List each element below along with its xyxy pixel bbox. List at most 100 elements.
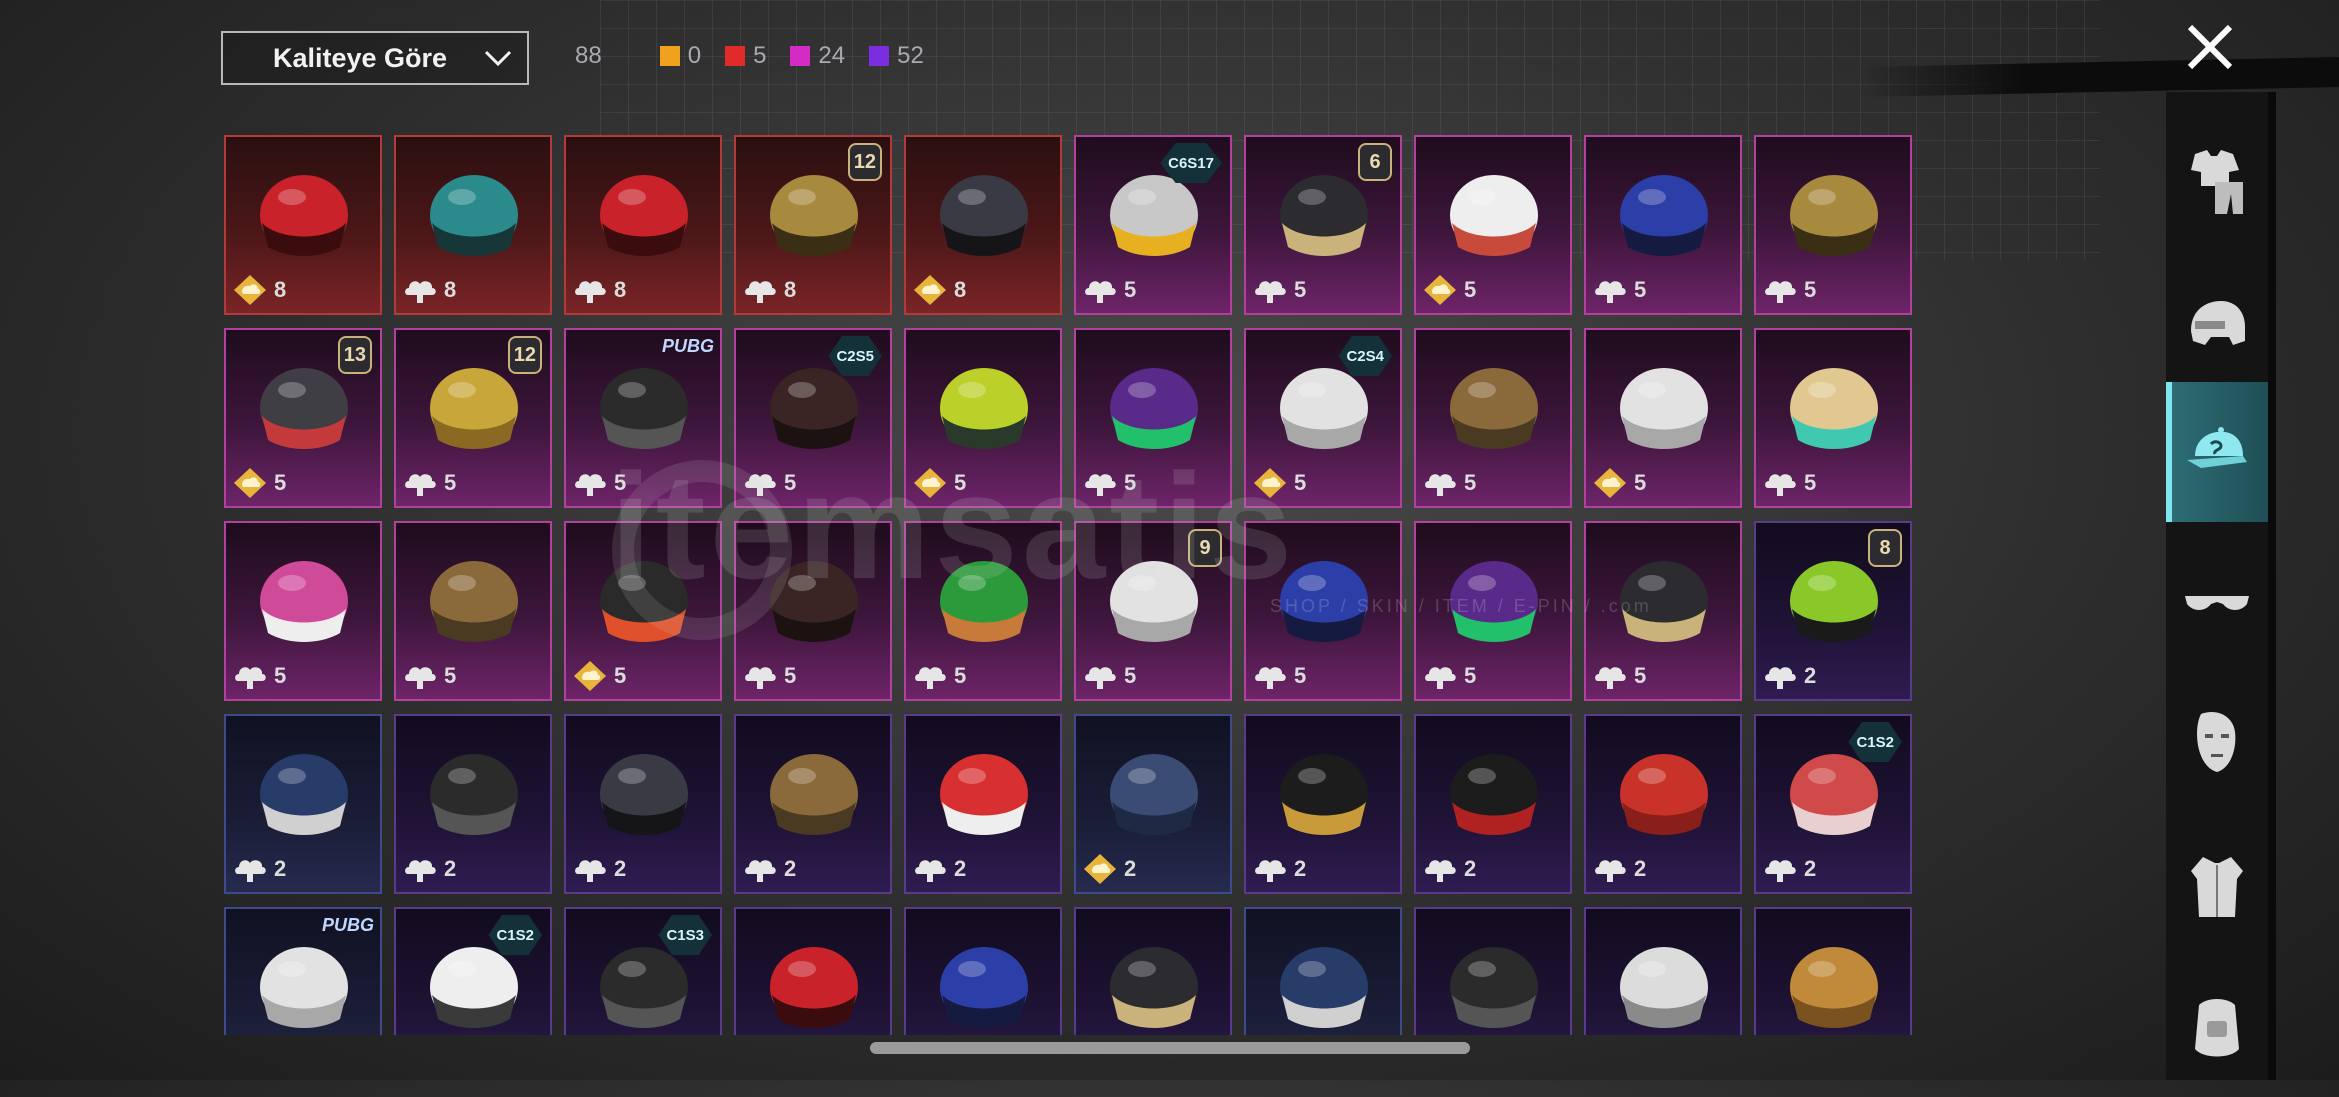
item-grid: 8 8 8 12 8 8 C6S17 5 6 5 5 5 5 13 5 12 5 PUBG 5 C2S5 5 5 5 C2S4… xyxy=(224,135,1916,1035)
mask-gas-image xyxy=(1450,947,1538,1028)
cloud-icon xyxy=(575,474,606,496)
item-card[interactable]: 5 xyxy=(1584,521,1742,701)
item-card[interactable]: C2S4 5 xyxy=(1244,328,1402,508)
item-card[interactable]: C1S2 2 xyxy=(1754,714,1912,894)
item-count-summary: 88 0 5 24 52 xyxy=(575,42,938,70)
item-card[interactable]: 2 xyxy=(904,714,1062,894)
item-card[interactable]: 65 xyxy=(1244,135,1402,315)
legendary-count: 0 xyxy=(659,42,702,70)
mask-gas-image xyxy=(430,754,518,835)
hat-brown-image xyxy=(1450,368,1538,449)
item-card[interactable]: 12 8 xyxy=(734,135,892,315)
helmet-icon xyxy=(2191,301,2245,345)
item-card[interactable]: 5 xyxy=(1074,328,1232,508)
scroll-indicator[interactable] xyxy=(870,1042,1470,1054)
item-card[interactable]: 5 xyxy=(1584,328,1742,508)
item-card[interactable] xyxy=(1244,907,1402,1035)
item-count-footer: 2 xyxy=(232,852,286,886)
item-card[interactable]: 8 xyxy=(224,135,382,315)
level-badge: 12 xyxy=(507,336,542,374)
item-card[interactable]: 8 xyxy=(564,135,722,315)
tab-jacket[interactable] xyxy=(2166,817,2268,957)
cloud-icon xyxy=(405,474,436,496)
item-card[interactable]: 5 xyxy=(1754,328,1912,508)
item-card[interactable]: 5 xyxy=(564,521,722,701)
item-card[interactable]: 8 xyxy=(904,135,1062,315)
cap-red-image xyxy=(940,754,1028,835)
item-card[interactable]: 5 xyxy=(394,521,552,701)
item-card[interactable] xyxy=(904,907,1062,1035)
item-card[interactable]: 2 xyxy=(564,714,722,894)
item-count: 2 xyxy=(954,856,967,881)
item-card[interactable]: 5 xyxy=(734,521,892,701)
cloud-icon xyxy=(1255,860,1286,882)
item-count-footer: 5 xyxy=(1592,273,1646,307)
item-card[interactable]: 2 xyxy=(1584,714,1742,894)
pubg-tag-badge: PUBG xyxy=(661,336,714,356)
tab-hat[interactable] xyxy=(2166,382,2268,522)
item-card[interactable]: C1S3 xyxy=(564,907,722,1035)
close-icon[interactable] xyxy=(2185,22,2235,72)
tab-eyewear[interactable] xyxy=(2166,532,2268,672)
item-count: 8 xyxy=(614,277,627,302)
item-card[interactable] xyxy=(734,907,892,1035)
item-card[interactable]: 5 xyxy=(1414,521,1572,701)
gold-cloud-icon xyxy=(914,468,946,498)
item-card[interactable]: 82 xyxy=(1754,521,1912,701)
legendary-count-value: 0 xyxy=(687,42,702,69)
mask-gas-image xyxy=(600,368,688,449)
helmet-fox-image xyxy=(1790,368,1878,449)
helmet-purple-image xyxy=(1450,561,1538,642)
item-card[interactable]: 2 xyxy=(734,714,892,894)
item-count: 2 xyxy=(614,856,627,881)
cloud-icon xyxy=(745,474,776,496)
category-sidebar xyxy=(2166,92,2268,1080)
item-card[interactable]: 12 5 xyxy=(394,328,552,508)
item-card[interactable]: PUBG 5 xyxy=(564,328,722,508)
item-card[interactable]: 2 xyxy=(394,714,552,894)
item-count-footer: 2 xyxy=(742,852,796,886)
item-card[interactable] xyxy=(1074,907,1232,1035)
item-card[interactable]: C1S2 xyxy=(394,907,552,1035)
item-card[interactable]: 8 xyxy=(394,135,552,315)
item-card[interactable]: C6S17 5 xyxy=(1074,135,1232,315)
item-card[interactable]: 5 xyxy=(1414,328,1572,508)
item-card[interactable]: 2 xyxy=(1414,714,1572,894)
item-card[interactable]: PUBG xyxy=(224,907,382,1035)
tab-face[interactable] xyxy=(2166,672,2268,812)
sort-dropdown[interactable]: Kaliteye Göre xyxy=(221,31,529,85)
item-card[interactable]: 5 xyxy=(224,521,382,701)
item-card[interactable]: 13 5 xyxy=(224,328,382,508)
item-card[interactable] xyxy=(1414,907,1572,1035)
item-card[interactable] xyxy=(1584,907,1742,1035)
item-count-footer: 5 xyxy=(1252,273,1306,307)
hair-dark-image xyxy=(770,561,858,642)
item-card[interactable]: 5 xyxy=(1754,135,1912,315)
item-card[interactable]: 95 xyxy=(1074,521,1232,701)
tab-outfit[interactable] xyxy=(2166,112,2268,252)
item-card[interactable]: 5 xyxy=(904,328,1062,508)
item-card[interactable]: C2S5 5 xyxy=(734,328,892,508)
tab-helmet[interactable] xyxy=(2166,257,2268,397)
item-card[interactable] xyxy=(1754,907,1912,1035)
item-count-footer: 2 xyxy=(912,852,966,886)
item-card[interactable]: 5 xyxy=(1414,135,1572,315)
cloud-icon xyxy=(1425,860,1456,882)
beanie-blue-image xyxy=(1110,754,1198,835)
item-count: 5 xyxy=(1124,470,1137,495)
item-card[interactable]: 2 xyxy=(224,714,382,894)
frog-hat-image xyxy=(940,561,1028,642)
fez-red-image xyxy=(1620,754,1708,835)
gold-cloud-icon xyxy=(1254,468,1286,498)
item-count-footer: 5 xyxy=(1762,466,1816,500)
cloud-icon xyxy=(575,281,606,303)
tab-backpack[interactable] xyxy=(2166,957,2268,1097)
item-count-footer: 5 xyxy=(1422,273,1476,307)
item-card[interactable]: 5 xyxy=(904,521,1062,701)
item-card[interactable]: 5 xyxy=(1584,135,1742,315)
item-card[interactable]: 2 xyxy=(1244,714,1402,894)
hair-white-image xyxy=(260,947,348,1028)
item-card[interactable]: 5 xyxy=(1244,521,1402,701)
item-card[interactable]: 2 xyxy=(1074,714,1232,894)
item-count: 5 xyxy=(614,663,627,688)
